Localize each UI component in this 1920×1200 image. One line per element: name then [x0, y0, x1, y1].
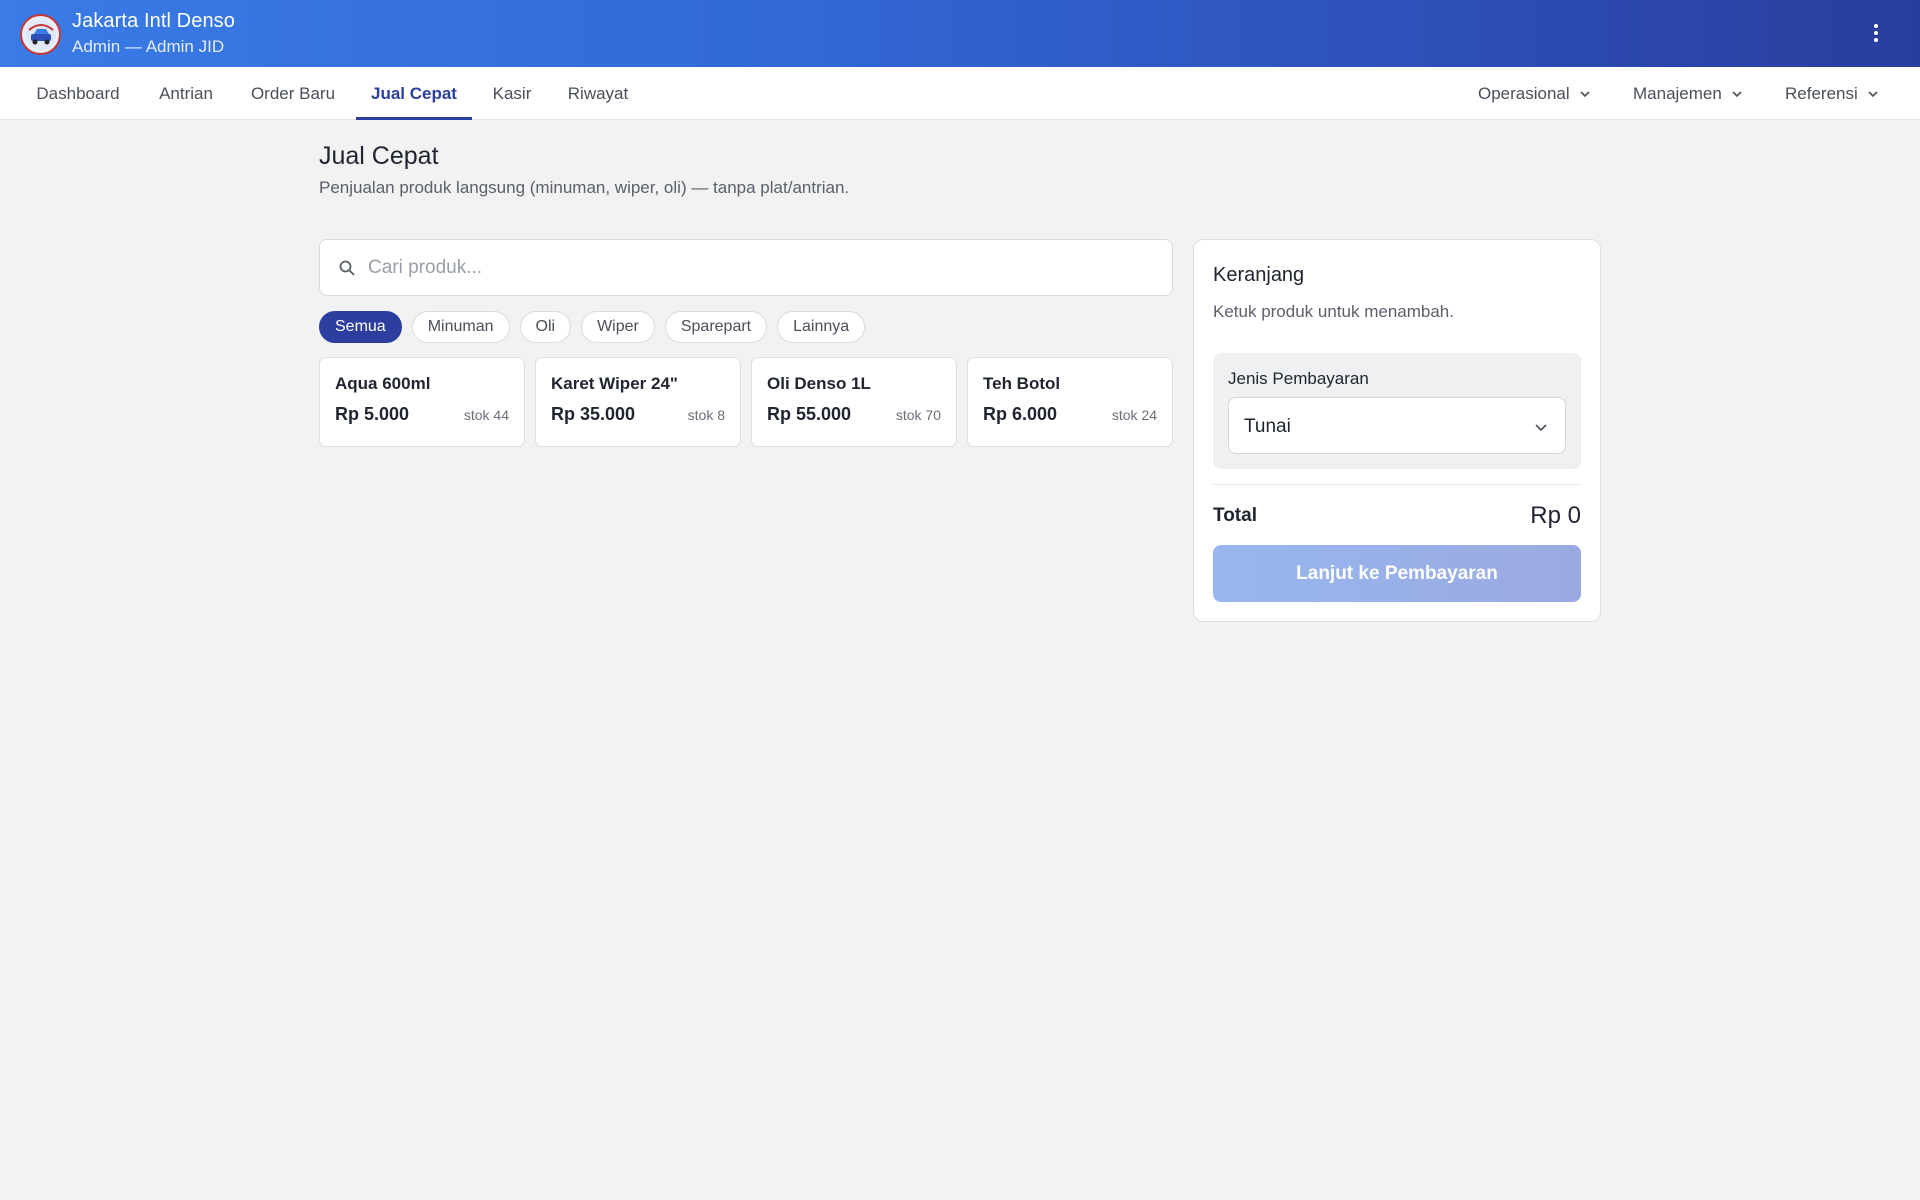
cart-empty-hint: Ketuk produk untuk menambah.: [1213, 302, 1454, 321]
product-stock: stok 24: [1111, 407, 1157, 423]
product-stock: stok 70: [895, 407, 941, 423]
total-label: Total: [1213, 505, 1257, 526]
cart-divider: [1213, 484, 1581, 485]
menu-manajemen[interactable]: Manajemen: [1633, 67, 1744, 120]
product-name: Aqua 600ml: [335, 374, 431, 393]
main-nav: Dashboard Antrian Order Baru Jual Cepat …: [0, 67, 1920, 120]
menu-referensi[interactable]: Referensi: [1785, 67, 1880, 120]
product-price: Rp 6.000: [983, 404, 1058, 424]
app-logo-icon: [20, 14, 61, 55]
product-card[interactable]: Aqua 600ml Rp 5.000 stok 44: [319, 357, 525, 447]
checkout-button[interactable]: Lanjut ke Pembayaran: [1213, 545, 1581, 602]
menu-operasional-label: Operasional: [1478, 83, 1570, 103]
tab-riwayat[interactable]: Riwayat: [552, 67, 644, 120]
product-name: Oli Denso 1L: [767, 374, 871, 393]
product-price: Rp 55.000: [767, 404, 852, 424]
kebab-menu-icon[interactable]: [1866, 19, 1886, 47]
filter-chip-wiper[interactable]: Wiper: [581, 311, 655, 343]
filter-chip-lainnya[interactable]: Lainnya: [777, 311, 866, 343]
product-card[interactable]: Oli Denso 1L Rp 55.000 stok 70: [751, 357, 957, 447]
product-card[interactable]: Teh Botol Rp 6.000 stok 24: [967, 357, 1173, 447]
search-box: [319, 239, 1173, 296]
tab-kasir[interactable]: Kasir: [478, 67, 546, 120]
product-price: Rp 5.000: [335, 404, 410, 424]
app-title: Jakarta Intl Denso: [72, 10, 235, 32]
filter-chip-semua[interactable]: Semua: [319, 311, 402, 343]
product-price: Rp 35.000: [551, 404, 636, 424]
app-subtitle: Admin — Admin JID: [72, 37, 225, 56]
product-stock: stok 8: [687, 407, 725, 423]
payment-type-select[interactable]: Tunai: [1228, 397, 1566, 454]
menu-manajemen-label: Manajemen: [1633, 83, 1722, 103]
filter-chip-sparepart[interactable]: Sparepart: [664, 311, 768, 343]
payment-type-value: Tunai: [1244, 416, 1291, 437]
cart-title: Keranjang: [1213, 264, 1305, 286]
tab-order-baru[interactable]: Order Baru: [236, 67, 350, 120]
payment-type-panel: Jenis Pembayaran Tunai: [1213, 353, 1581, 469]
tab-antrian[interactable]: Antrian: [142, 67, 230, 120]
product-stock: stok 44: [463, 407, 509, 423]
product-name: Teh Botol: [983, 374, 1061, 393]
chevron-down-icon: [1580, 90, 1590, 97]
chevron-down-icon: [1535, 424, 1547, 432]
payment-type-label: Jenis Pembayaran: [1228, 369, 1369, 388]
filter-chip-minuman[interactable]: Minuman: [411, 311, 510, 343]
category-filters: Semua Minuman Oli Wiper Sparepart Lainny…: [319, 311, 866, 343]
search-icon: [339, 260, 355, 276]
tab-dashboard[interactable]: Dashboard: [20, 67, 136, 120]
app-header: Jakarta Intl Denso Admin — Admin JID: [0, 0, 1920, 67]
product-search-input[interactable]: [368, 250, 1148, 286]
product-card[interactable]: Karet Wiper 24" Rp 35.000 stok 8: [535, 357, 741, 447]
filter-chip-oli[interactable]: Oli: [519, 311, 572, 343]
cart-panel: Keranjang Ketuk produk untuk menambah. J…: [1193, 239, 1601, 622]
page-subtitle: Penjualan produk langsung (minuman, wipe…: [319, 178, 850, 197]
page-title: Jual Cepat: [319, 142, 439, 170]
product-name: Karet Wiper 24": [551, 374, 678, 393]
chevron-down-icon: [1732, 90, 1742, 97]
chevron-down-icon: [1868, 90, 1878, 97]
total-value: Rp 0: [1530, 502, 1581, 529]
menu-operasional[interactable]: Operasional: [1478, 67, 1592, 120]
menu-referensi-label: Referensi: [1785, 83, 1858, 103]
tab-jual-cepat[interactable]: Jual Cepat: [356, 67, 472, 120]
